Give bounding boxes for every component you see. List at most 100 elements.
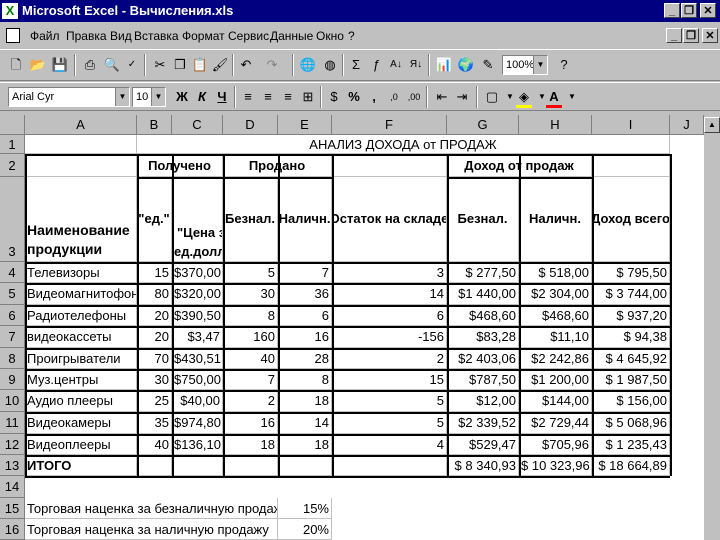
- product-stock[interactable]: 2: [332, 348, 447, 369]
- sheet-title[interactable]: АНАЛИЗ ДОХОДА от ПРОДАЖ: [137, 135, 670, 154]
- header-total-income[interactable]: Доход всего: [592, 177, 670, 262]
- vertical-scrollbar[interactable]: ▲: [704, 115, 720, 540]
- product-units[interactable]: 35: [137, 412, 172, 434]
- zoom-select[interactable]: 100% ▼: [502, 55, 548, 75]
- close-button[interactable]: ✕: [700, 3, 716, 18]
- align-right-icon[interactable]: ≡: [278, 87, 298, 107]
- menu-insert[interactable]: Вставка: [134, 29, 179, 43]
- font-color-icon[interactable]: A: [544, 87, 564, 107]
- menu-help[interactable]: ?: [348, 29, 355, 43]
- function-icon[interactable]: ƒ: [366, 55, 386, 75]
- product-stock[interactable]: 5: [332, 412, 447, 434]
- product-sold-cashless[interactable]: 7: [223, 369, 278, 390]
- product-sold-cash[interactable]: 6: [278, 305, 332, 326]
- product-income-cash[interactable]: $2 242,86: [519, 348, 592, 369]
- row-header-4[interactable]: 4: [0, 262, 25, 283]
- percent-button[interactable]: %: [344, 87, 364, 107]
- decrease-decimal-icon[interactable]: ,00: [404, 87, 424, 107]
- product-sold-cashless[interactable]: 18: [223, 434, 278, 455]
- web-toolbar-icon[interactable]: ◍: [320, 55, 340, 75]
- row-header-12[interactable]: 12: [0, 434, 25, 455]
- product-name[interactable]: Видеоплееры: [25, 434, 137, 455]
- new-icon[interactable]: 🗋: [6, 55, 26, 75]
- chevron-down-icon[interactable]: ▼: [533, 56, 547, 74]
- product-total-income[interactable]: $ 3 744,00: [592, 283, 670, 305]
- header-price[interactable]: "Цена за ед.долл.": [172, 177, 223, 262]
- menu-format[interactable]: Формат: [182, 29, 225, 43]
- product-sold-cash[interactable]: 36: [278, 283, 332, 305]
- product-total-income[interactable]: $ 1 235,43: [592, 434, 670, 455]
- restore-button[interactable]: ❐: [681, 3, 697, 18]
- product-stock[interactable]: 6: [332, 305, 447, 326]
- product-income-cash[interactable]: $2 304,00: [519, 283, 592, 305]
- row-header-5[interactable]: 5: [0, 283, 25, 305]
- open-icon[interactable]: 📂: [28, 55, 48, 75]
- align-center-icon[interactable]: ≡: [258, 87, 278, 107]
- currency-icon[interactable]: $: [324, 87, 344, 107]
- markup-cash-label[interactable]: Торговая наценка за наличную продажу: [25, 519, 278, 540]
- product-price[interactable]: $3,47: [172, 326, 223, 348]
- product-price[interactable]: $136,10: [172, 434, 223, 455]
- product-income-cashless[interactable]: $468,60: [447, 305, 519, 326]
- product-price[interactable]: $750,00: [172, 369, 223, 390]
- product-sold-cashless[interactable]: 16: [223, 412, 278, 434]
- product-units[interactable]: 70: [137, 348, 172, 369]
- total-income-cashless[interactable]: $ 8 340,93: [447, 455, 519, 476]
- product-stock[interactable]: 3: [332, 262, 447, 283]
- save-icon[interactable]: 💾: [50, 55, 70, 75]
- product-units[interactable]: 20: [137, 326, 172, 348]
- product-sold-cashless[interactable]: 5: [223, 262, 278, 283]
- minimize-button[interactable]: _: [664, 3, 680, 18]
- select-all-corner[interactable]: [0, 115, 25, 135]
- product-sold-cash[interactable]: 18: [278, 434, 332, 455]
- cell[interactable]: [223, 455, 278, 476]
- product-income-cashless[interactable]: $83,28: [447, 326, 519, 348]
- cell[interactable]: [172, 455, 223, 476]
- cell[interactable]: [332, 455, 447, 476]
- product-total-income[interactable]: $ 5 068,96: [592, 412, 670, 434]
- header-income-cashless[interactable]: Безнал.: [447, 177, 519, 262]
- product-stock[interactable]: 5: [332, 390, 447, 412]
- undo-icon[interactable]: ↶: [236, 55, 256, 75]
- fill-color-icon[interactable]: ◈: [514, 87, 534, 107]
- menu-data[interactable]: Данные: [270, 29, 313, 43]
- product-income-cashless[interactable]: $2 339,52: [447, 412, 519, 434]
- product-total-income[interactable]: $ 1 987,50: [592, 369, 670, 390]
- row-header-1[interactable]: 1: [0, 135, 25, 154]
- row-header-7[interactable]: 7: [0, 326, 25, 348]
- product-name[interactable]: Проигрыватели: [25, 348, 137, 369]
- help-icon[interactable]: ?: [554, 55, 574, 75]
- header-sold-cashless[interactable]: Безнал.: [223, 177, 278, 262]
- cell[interactable]: [25, 154, 137, 177]
- product-income-cash[interactable]: $705,96: [519, 434, 592, 455]
- sort-descending-icon[interactable]: Я↓: [406, 55, 426, 75]
- column-header-f[interactable]: F: [332, 115, 447, 135]
- markup-cash-value[interactable]: 20%: [278, 519, 332, 540]
- product-sold-cashless[interactable]: 2: [223, 390, 278, 412]
- product-income-cashless[interactable]: $ 277,50: [447, 262, 519, 283]
- column-header-d[interactable]: D: [223, 115, 278, 135]
- product-name[interactable]: Телевизоры: [25, 262, 137, 283]
- map-icon[interactable]: 🌍: [456, 55, 476, 75]
- group-received-header[interactable]: Получено: [137, 154, 223, 177]
- product-price[interactable]: $320,00: [172, 283, 223, 305]
- product-income-cash[interactable]: $144,00: [519, 390, 592, 412]
- product-total-income[interactable]: $ 795,50: [592, 262, 670, 283]
- row-header-10[interactable]: 10: [0, 390, 25, 412]
- product-sold-cashless[interactable]: 30: [223, 283, 278, 305]
- preview-icon[interactable]: 🔍: [102, 55, 122, 75]
- paste-icon[interactable]: 📋: [190, 55, 210, 75]
- product-price[interactable]: $430,51: [172, 348, 223, 369]
- cell[interactable]: [332, 154, 447, 177]
- column-header-i[interactable]: I: [592, 115, 670, 135]
- product-price[interactable]: $40,00: [172, 390, 223, 412]
- product-price[interactable]: $390,50: [172, 305, 223, 326]
- cell[interactable]: [137, 455, 172, 476]
- product-sold-cash[interactable]: 28: [278, 348, 332, 369]
- product-sold-cashless[interactable]: 8: [223, 305, 278, 326]
- comma-style-button[interactable]: ,: [364, 87, 384, 107]
- excel-app-icon[interactable]: X: [2, 3, 18, 19]
- product-sold-cash[interactable]: 14: [278, 412, 332, 434]
- row-header-15[interactable]: 15: [0, 498, 25, 519]
- header-units[interactable]: "ед.": [137, 177, 172, 262]
